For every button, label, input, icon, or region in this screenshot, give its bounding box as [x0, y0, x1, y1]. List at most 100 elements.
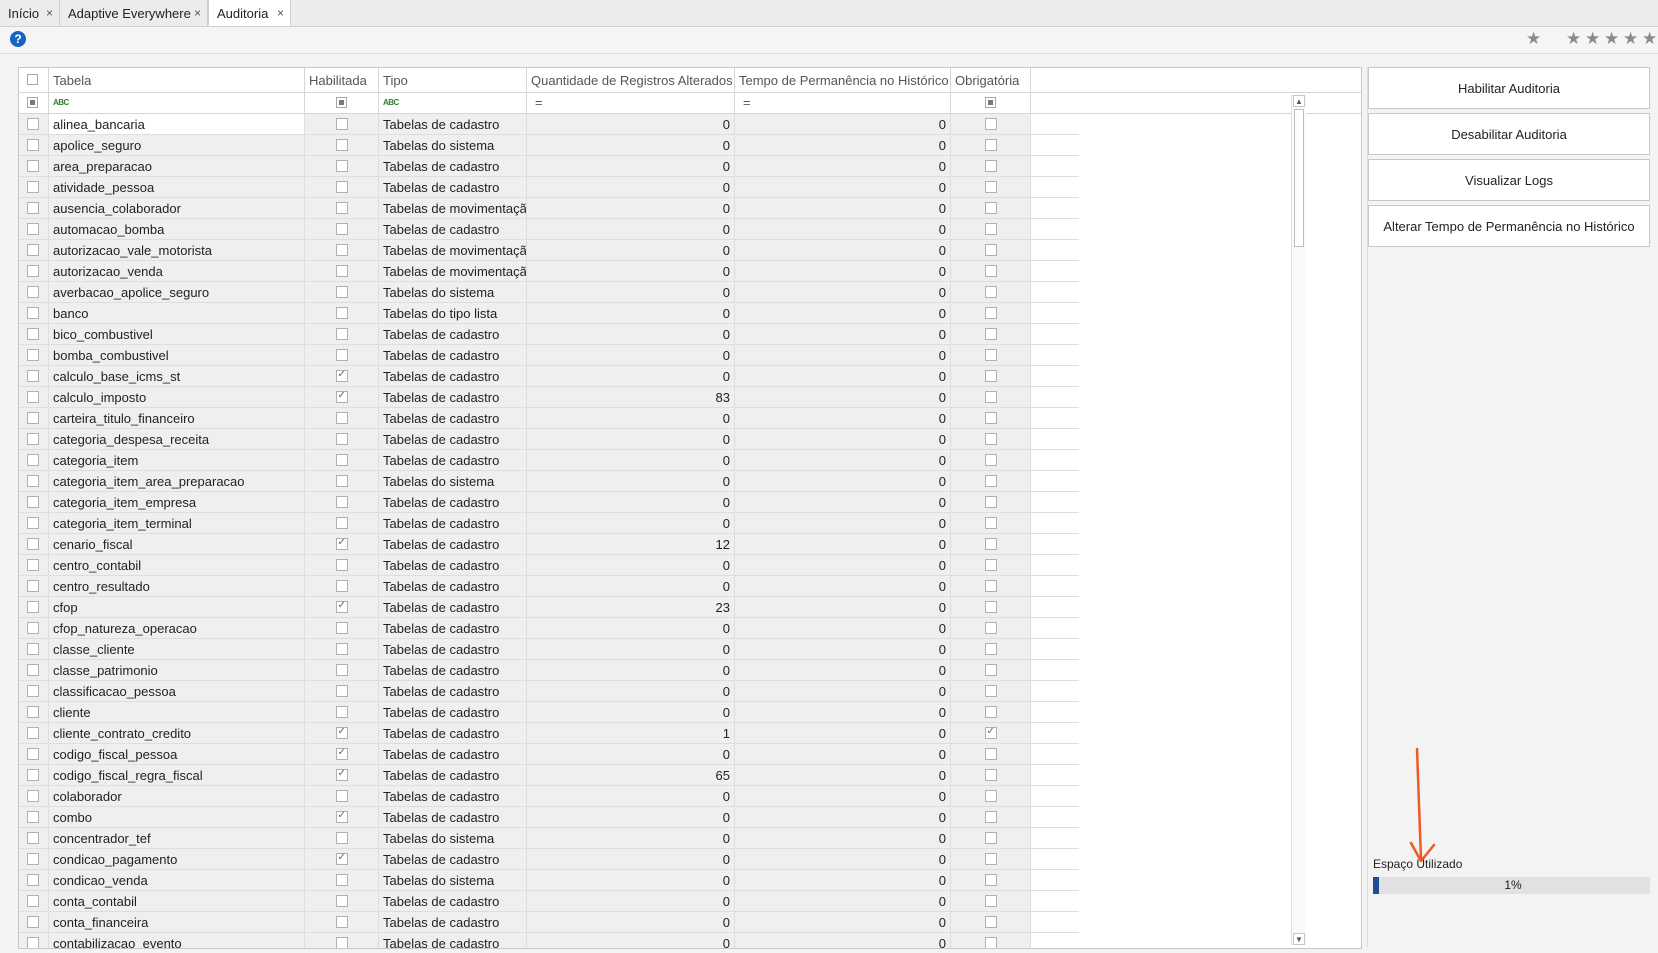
- table-row[interactable]: area_preparacao Tabelas de cadastro 0 0: [19, 156, 1079, 177]
- scroll-up-icon[interactable]: ▲: [1293, 95, 1305, 107]
- habilitada-cell[interactable]: [305, 492, 379, 512]
- row-select-checkbox[interactable]: [27, 769, 39, 781]
- habilitada-cell[interactable]: [305, 786, 379, 806]
- row-select-cell[interactable]: [19, 303, 49, 323]
- habilitada-cell[interactable]: [305, 324, 379, 344]
- obrigatoria-checkbox[interactable]: [984, 748, 997, 760]
- row-select-cell[interactable]: [19, 366, 49, 386]
- habilitada-checkbox[interactable]: [335, 664, 348, 676]
- habilitada-checkbox[interactable]: [335, 535, 348, 551]
- row-select-checkbox[interactable]: [27, 643, 39, 655]
- obrigatoria-checkbox[interactable]: [984, 895, 997, 907]
- obrigatoria-cell[interactable]: [951, 408, 1031, 428]
- obrigatoria-checkbox[interactable]: [984, 328, 997, 340]
- tab-auditoria[interactable]: Auditoria ×: [208, 0, 291, 26]
- obrigatoria-cell[interactable]: [951, 555, 1031, 575]
- filter-habilitada[interactable]: [305, 93, 379, 113]
- obrigatoria-cell[interactable]: [951, 177, 1031, 197]
- habilitada-checkbox[interactable]: [335, 307, 348, 319]
- habilitada-cell[interactable]: [305, 408, 379, 428]
- habilitada-cell[interactable]: [305, 303, 379, 323]
- rating-star-icon[interactable]: ★: [1585, 28, 1600, 50]
- habilitada-cell[interactable]: [305, 723, 379, 743]
- habilitada-checkbox[interactable]: [335, 223, 348, 235]
- row-select-cell[interactable]: [19, 660, 49, 680]
- close-icon[interactable]: ×: [194, 0, 201, 27]
- visualizar-logs-button[interactable]: Visualizar Logs: [1368, 159, 1650, 201]
- table-row[interactable]: autorizacao_vale_motorista Tabelas de mov…: [19, 240, 1079, 261]
- row-select-checkbox[interactable]: [27, 265, 39, 277]
- filter-tipo[interactable]: ABC: [379, 93, 527, 113]
- close-icon[interactable]: ×: [277, 0, 284, 27]
- obrigatoria-checkbox[interactable]: [984, 223, 997, 235]
- habilitada-cell[interactable]: [305, 933, 379, 948]
- obrigatoria-checkbox[interactable]: [984, 538, 997, 550]
- habilitada-cell[interactable]: [305, 744, 379, 764]
- row-select-checkbox[interactable]: [27, 853, 39, 865]
- obrigatoria-checkbox[interactable]: [984, 454, 997, 466]
- habilitada-checkbox[interactable]: [335, 745, 348, 761]
- obrigatoria-cell[interactable]: [951, 345, 1031, 365]
- row-select-cell[interactable]: [19, 177, 49, 197]
- habilitada-cell[interactable]: [305, 345, 379, 365]
- obrigatoria-cell[interactable]: [951, 534, 1031, 554]
- row-select-checkbox[interactable]: [27, 433, 39, 445]
- habilitada-checkbox[interactable]: [335, 286, 348, 298]
- row-select-checkbox[interactable]: [27, 895, 39, 907]
- rating-star-icon[interactable]: ★: [1642, 28, 1657, 50]
- habilitada-cell[interactable]: [305, 450, 379, 470]
- obrigatoria-checkbox[interactable]: [984, 496, 997, 508]
- obrigatoria-cell[interactable]: [951, 219, 1031, 239]
- habilitada-checkbox[interactable]: [335, 916, 348, 928]
- column-header-quantidade[interactable]: Quantidade de Registros Alterados: [527, 68, 735, 92]
- filter-tabela[interactable]: ABC: [49, 93, 305, 113]
- row-select-cell[interactable]: [19, 681, 49, 701]
- obrigatoria-checkbox[interactable]: [984, 139, 997, 151]
- row-select-cell[interactable]: [19, 723, 49, 743]
- habilitada-cell[interactable]: [305, 135, 379, 155]
- row-select-cell[interactable]: [19, 219, 49, 239]
- row-select-checkbox[interactable]: [27, 874, 39, 886]
- habilitada-checkbox[interactable]: [335, 496, 348, 508]
- habilitada-cell[interactable]: [305, 828, 379, 848]
- obrigatoria-checkbox[interactable]: [984, 685, 997, 697]
- column-header-habilitada[interactable]: Habilitada: [305, 68, 379, 92]
- row-select-cell[interactable]: [19, 198, 49, 218]
- rating-star-icon[interactable]: ★: [1604, 28, 1619, 50]
- table-row[interactable]: banco Tabelas do tipo lista 0 0: [19, 303, 1079, 324]
- table-row[interactable]: carteira_titulo_financeiro Tabelas de cad…: [19, 408, 1079, 429]
- row-select-checkbox[interactable]: [27, 181, 39, 193]
- row-select-checkbox[interactable]: [27, 559, 39, 571]
- favorite-star-icon[interactable]: ★: [1526, 28, 1541, 50]
- habilitada-checkbox[interactable]: [335, 832, 348, 844]
- table-row[interactable]: calculo_base_icms_stTabelas de cadastro0…: [19, 366, 1079, 387]
- obrigatoria-cell[interactable]: [951, 723, 1031, 743]
- obrigatoria-cell[interactable]: [951, 492, 1031, 512]
- column-header-tabela[interactable]: Tabela: [49, 68, 305, 92]
- filter-quantidade[interactable]: =: [527, 93, 735, 113]
- table-row[interactable]: alinea_bancaria Tabelas de cadastro 0 0: [19, 114, 1079, 135]
- row-select-checkbox[interactable]: [27, 937, 39, 948]
- row-select-checkbox[interactable]: [27, 307, 39, 319]
- row-select-cell[interactable]: [19, 534, 49, 554]
- close-icon[interactable]: ×: [46, 0, 53, 27]
- obrigatoria-cell[interactable]: [951, 870, 1031, 890]
- habilitada-checkbox[interactable]: [335, 202, 348, 214]
- habilitada-cell[interactable]: [305, 639, 379, 659]
- table-row[interactable]: contabilizacao_evento Tabelas de cadastro…: [19, 933, 1079, 948]
- obrigatoria-cell[interactable]: [951, 744, 1031, 764]
- obrigatoria-cell[interactable]: [951, 807, 1031, 827]
- filter-checkbox[interactable]: [27, 97, 38, 108]
- obrigatoria-cell[interactable]: [951, 912, 1031, 932]
- row-select-cell[interactable]: [19, 471, 49, 491]
- obrigatoria-checkbox[interactable]: [984, 790, 997, 802]
- table-row[interactable]: categoria_item_terminal Tabelas de cadast…: [19, 513, 1079, 534]
- row-select-cell[interactable]: [19, 597, 49, 617]
- obrigatoria-cell[interactable]: [951, 114, 1031, 134]
- habilitada-cell[interactable]: [305, 702, 379, 722]
- obrigatoria-cell[interactable]: [951, 639, 1031, 659]
- table-row[interactable]: centro_resultado Tabelas de cadastro 0 0: [19, 576, 1079, 597]
- table-row[interactable]: codigo_fiscal_regra_fiscal Tabelas de cad…: [19, 765, 1079, 786]
- habilitada-checkbox[interactable]: [335, 766, 348, 782]
- habilitada-checkbox[interactable]: [335, 559, 348, 571]
